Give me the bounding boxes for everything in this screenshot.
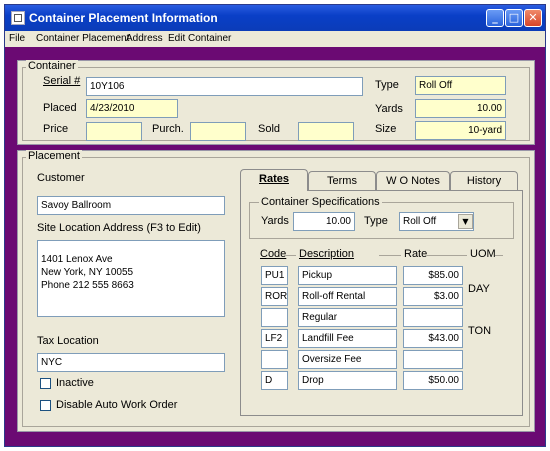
row-description-cell[interactable]: Regular [298, 308, 397, 327]
col-rate-header: Rate [404, 248, 428, 260]
chevron-down-icon[interactable]: ▼ [458, 214, 473, 229]
type-field[interactable]: Roll Off [415, 76, 506, 95]
row-description-cell[interactable]: Oversize Fee [298, 350, 397, 369]
maximize-icon: □ [508, 11, 520, 24]
inactive-label: Inactive [56, 377, 94, 389]
price-field[interactable] [86, 122, 142, 141]
row-description-cell[interactable]: Pickup [298, 266, 397, 285]
rates-tab-pane: Container Specifications Yards 10.00 Typ… [240, 190, 523, 416]
placement-group-label: Placement [26, 150, 82, 162]
row-rate-cell[interactable]: $3.00 [403, 287, 463, 306]
col-uom-header: UOM [470, 248, 496, 260]
row-rate-cell[interactable] [403, 308, 463, 327]
tab-terms-label: Terms [327, 175, 357, 187]
header-divider [427, 255, 467, 256]
row-description-cell[interactable]: Landfill Fee [298, 329, 397, 348]
customer-label: Customer [37, 172, 85, 184]
yards-field[interactable]: 10.00 [415, 99, 506, 118]
row-description-cell[interactable]: Drop [298, 371, 397, 390]
row-code-cell[interactable]: ROR [261, 287, 288, 306]
col-description-header: Description [299, 248, 355, 260]
tax-location-field[interactable]: NYC [37, 353, 225, 372]
tab-wo-notes-label: W O Notes [386, 175, 440, 187]
disable-auto-work-order-label: Disable Auto Work Order [56, 399, 178, 411]
purch-label: Purch. [152, 123, 184, 135]
container-panel: Container Serial # 10Y106 Placed 4/23/20… [17, 60, 535, 145]
minimize-button[interactable]: _ [486, 9, 504, 27]
row-code-cell[interactable]: D [261, 371, 288, 390]
serial-label: Serial # [43, 75, 81, 87]
menu-edit-container[interactable]: Edit Container [168, 33, 231, 44]
spec-yards-field[interactable]: 10.00 [293, 212, 355, 231]
placement-panel: Placement Customer Savoy Ballroom Site L… [17, 150, 535, 432]
size-label: Size [375, 123, 397, 135]
col-code-header: Code [260, 248, 287, 260]
row-description-cell[interactable]: Roll-off Rental [298, 287, 397, 306]
serial-field[interactable]: 10Y106 [86, 77, 363, 96]
spec-yards-label: Yards [261, 215, 289, 227]
app-window: Container Placement Information _ □ ✕ Fi… [4, 4, 546, 447]
menu-address[interactable]: Address [126, 33, 163, 44]
row-rate-cell[interactable]: $43.00 [403, 329, 463, 348]
spec-type-label: Type [364, 215, 388, 227]
row-rate-cell[interactable]: $85.00 [403, 266, 463, 285]
row-code-cell[interactable]: LF2 [261, 329, 288, 348]
tab-history-label: History [466, 175, 502, 187]
purch-field[interactable] [190, 122, 246, 141]
customer-field[interactable]: Savoy Ballroom [37, 196, 225, 215]
menu-bar: File Container Placement Address Edit Co… [5, 31, 545, 47]
inactive-checkbox[interactable] [40, 378, 51, 389]
menu-container-placement[interactable]: Container Placement [36, 33, 129, 44]
site-address-field[interactable]: 1401 Lenox Ave New York, NY 10055 Phone … [37, 240, 225, 317]
tab-rates-label: Rates [259, 173, 289, 185]
maximize-button[interactable]: □ [505, 9, 523, 27]
site-address-label: Site Location Address (F3 to Edit) [37, 222, 201, 234]
close-icon: ✕ [528, 11, 538, 24]
row-rate-cell[interactable] [403, 350, 463, 369]
window-title: Container Placement Information [29, 11, 218, 25]
yards-label: Yards [375, 103, 403, 115]
app-icon [11, 11, 25, 25]
price-label: Price [43, 123, 69, 135]
placed-field[interactable]: 4/23/2010 [86, 99, 178, 118]
size-field[interactable]: 10-yard [415, 121, 506, 140]
tax-location-label: Tax Location [37, 335, 99, 347]
header-divider [379, 255, 401, 256]
row-uom: DAY [468, 283, 490, 295]
disable-auto-work-order-checkbox[interactable] [40, 400, 51, 411]
row-uom: TON [468, 325, 492, 337]
type-label: Type [375, 79, 399, 91]
spec-type-value: Roll Off [403, 216, 437, 227]
row-rate-cell[interactable]: $50.00 [403, 371, 463, 390]
menu-file[interactable]: File [9, 33, 25, 44]
placed-label: Placed [43, 102, 77, 114]
container-group-label: Container [26, 60, 78, 72]
row-code-cell[interactable]: PU1 [261, 266, 288, 285]
header-divider [495, 255, 503, 256]
sold-field[interactable] [298, 122, 354, 141]
minimize-icon: _ [492, 11, 498, 24]
tab-wo-notes[interactable]: W O Notes [376, 171, 450, 191]
container-specs-label: Container Specifications [259, 196, 382, 208]
title-bar[interactable]: Container Placement Information _ □ ✕ [5, 5, 545, 31]
sold-label: Sold [258, 123, 281, 135]
header-divider [286, 255, 296, 256]
tab-rates[interactable]: Rates [240, 169, 308, 191]
close-button[interactable]: ✕ [524, 9, 542, 27]
tab-history[interactable]: History [450, 171, 518, 191]
tab-terms[interactable]: Terms [308, 171, 376, 191]
row-code-cell[interactable] [261, 350, 288, 369]
row-code-cell[interactable] [261, 308, 288, 327]
